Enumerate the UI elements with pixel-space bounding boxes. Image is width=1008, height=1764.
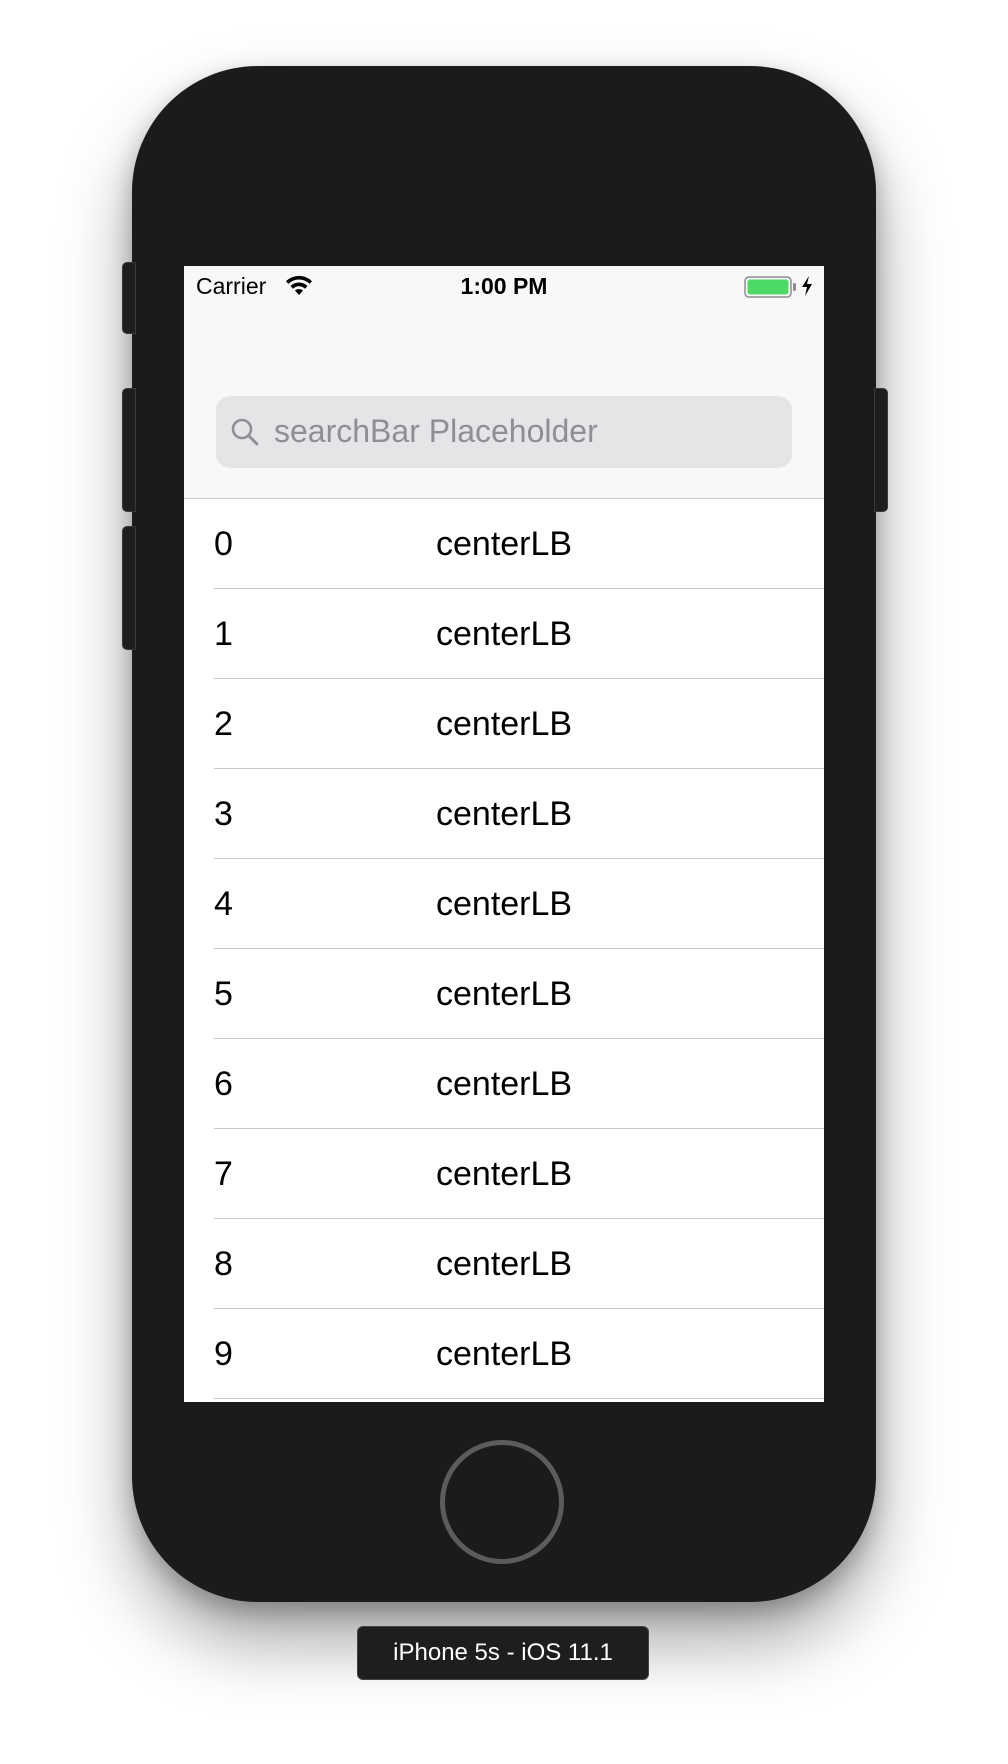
table-row[interactable]: 0 centerLB — [184, 499, 824, 589]
row-center-label: centerLB — [436, 1245, 573, 1283]
row-index-label: 7 — [214, 1155, 233, 1193]
power-button — [874, 388, 888, 512]
search-placeholder: searchBar Placeholder — [274, 413, 598, 449]
table-row[interactable]: 5 centerLB — [184, 949, 824, 1039]
screen: Carrier 1:00 PM searchBar Placeholder 0 c… — [184, 266, 824, 1402]
row-index-label: 5 — [214, 975, 233, 1013]
table-row[interactable]: 8 centerLB — [184, 1219, 824, 1309]
home-button[interactable] — [440, 1440, 564, 1564]
search-header: searchBar Placeholder — [184, 306, 824, 499]
row-center-label: centerLB — [436, 885, 573, 923]
row-index-label: 3 — [214, 795, 233, 833]
search-input[interactable]: searchBar Placeholder — [216, 396, 792, 468]
device-label: iPhone 5s - iOS 11.1 — [357, 1626, 649, 1680]
row-index-label: 9 — [214, 1335, 233, 1373]
table-row[interactable]: 6 centerLB — [184, 1039, 824, 1129]
table-row[interactable]: 2 centerLB — [184, 679, 824, 769]
status-time: 1:00 PM — [460, 273, 548, 299]
row-center-label: centerLB — [436, 1335, 573, 1373]
row-index-label: 2 — [214, 705, 233, 743]
row-center-label: centerLB — [436, 1155, 573, 1193]
table-row[interactable]: 1 centerLB — [184, 589, 824, 679]
row-center-label: centerLB — [436, 1065, 573, 1103]
table-row[interactable]: 7 centerLB — [184, 1129, 824, 1219]
row-index-label: 6 — [214, 1065, 233, 1103]
row-center-label: centerLB — [436, 615, 573, 653]
row-center-label: centerLB — [436, 705, 573, 743]
volume-up-button — [122, 388, 136, 512]
mute-switch — [122, 262, 136, 334]
volume-down-button — [122, 526, 136, 650]
row-center-label: centerLB — [436, 795, 573, 833]
battery-icon — [744, 276, 796, 298]
table-view[interactable]: 0 centerLB 1 centerLB 2 centerLB 3 centerLB 4 cen… — [184, 499, 824, 1399]
row-index-label: 0 — [214, 525, 233, 563]
status-bar: Carrier 1:00 PM — [184, 266, 824, 306]
row-center-label: centerLB — [436, 525, 573, 563]
charging-icon — [802, 276, 812, 296]
row-index-label: 4 — [214, 885, 233, 923]
row-center-label: centerLB — [436, 975, 573, 1013]
search-icon — [231, 418, 259, 446]
table-row[interactable]: 9 centerLB — [184, 1309, 824, 1399]
row-index-label: 1 — [214, 615, 233, 653]
table-row[interactable]: 3 centerLB — [184, 769, 824, 859]
row-index-label: 8 — [214, 1245, 233, 1283]
table-row[interactable]: 4 centerLB — [184, 859, 824, 949]
